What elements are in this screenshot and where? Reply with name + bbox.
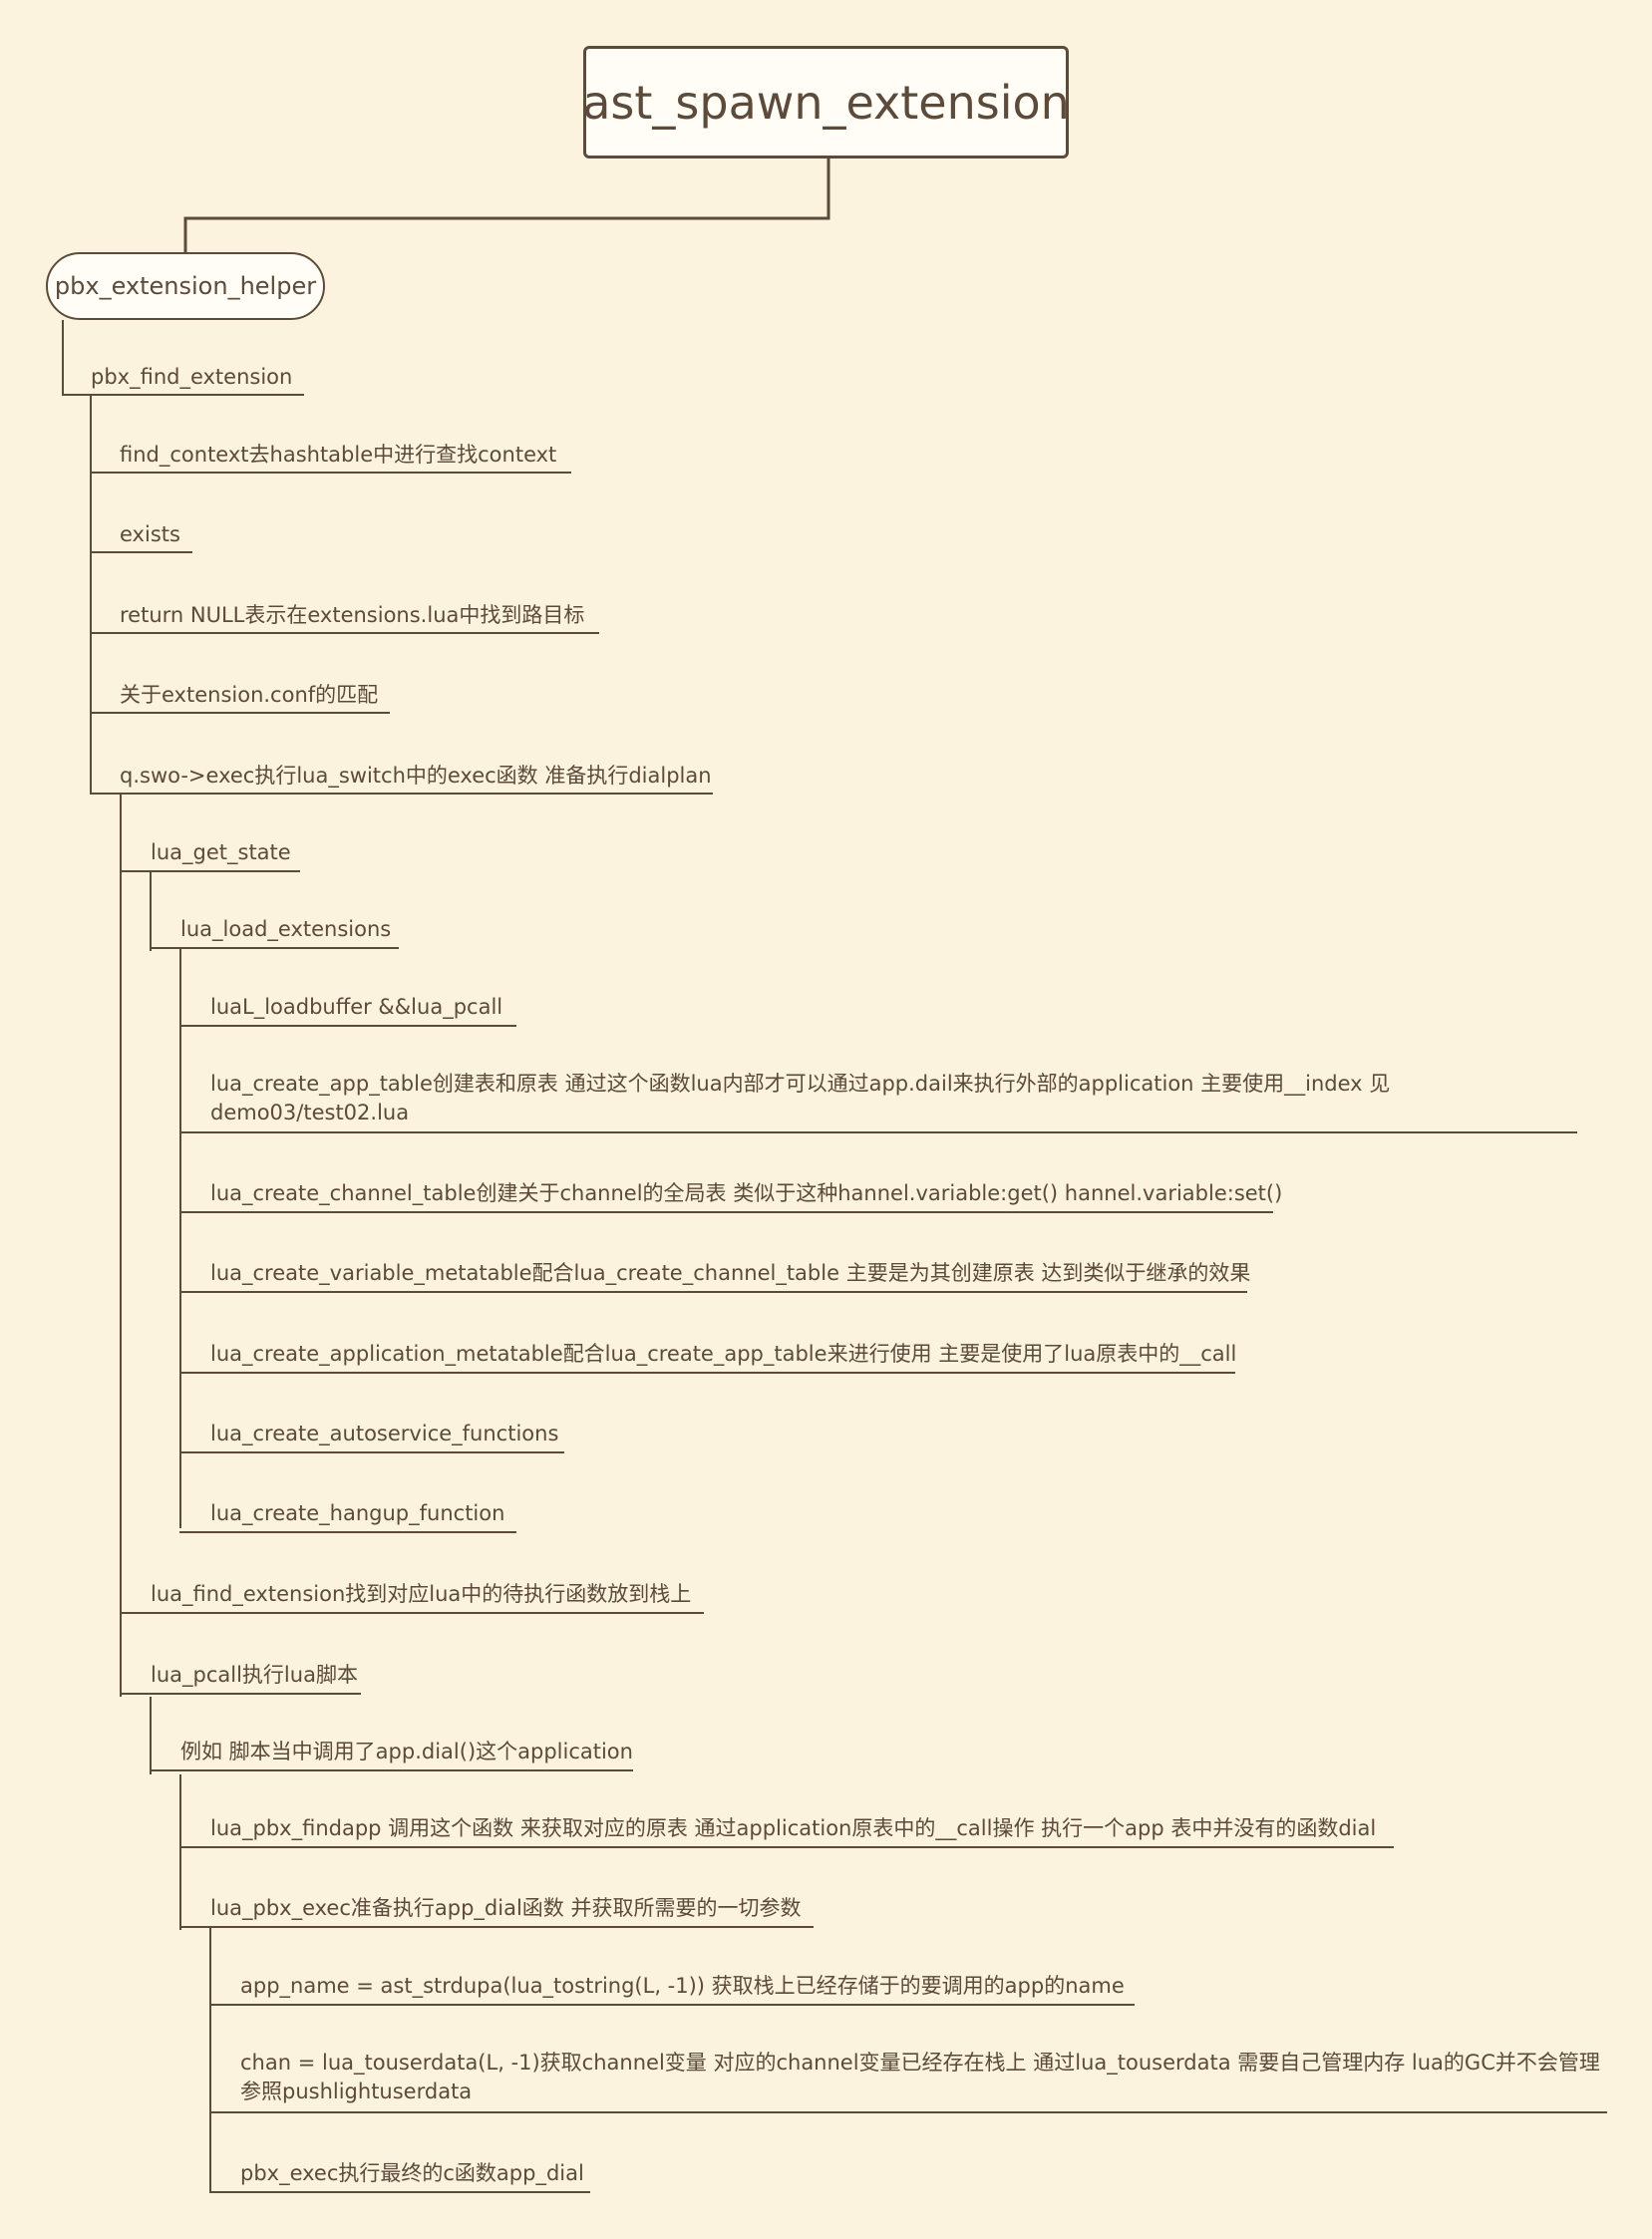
node-underline xyxy=(179,1531,516,1533)
node-underline xyxy=(62,394,304,396)
node-loadbuffer[interactable]: luaL_loadbuffer &&lua_pcall xyxy=(210,993,502,1022)
tree-line-level6 xyxy=(209,1928,211,2193)
node-underline xyxy=(179,1846,1394,1848)
node-create-hangup[interactable]: lua_create_hangup_function xyxy=(210,1499,504,1528)
node-create-autoservice[interactable]: lua_create_autoservice_functions xyxy=(210,1420,558,1448)
node-underline xyxy=(90,551,192,553)
node-lua-find-extension[interactable]: lua_find_extension找到对应lua中的待执行函数放到栈上 xyxy=(151,1580,691,1609)
node-underline xyxy=(179,1211,1273,1213)
helper-node-pbx-extension-helper[interactable]: pbx_extension_helper xyxy=(46,252,325,320)
node-exists[interactable]: exists xyxy=(120,520,180,549)
node-find-context[interactable]: find_context去hashtable中进行查找context xyxy=(120,441,556,470)
node-swo-exec[interactable]: q.swo->exec执行lua_switch中的exec函数 准备执行dial… xyxy=(120,762,712,791)
node-lua-pcall[interactable]: lua_pcall执行lua脚本 xyxy=(151,1661,358,1690)
node-underline xyxy=(120,870,300,872)
node-lua-load-extensions[interactable]: lua_load_extensions xyxy=(180,915,391,944)
node-underline xyxy=(90,632,599,634)
node-underline xyxy=(179,1372,1235,1374)
node-underline xyxy=(150,1769,633,1771)
tree-line-level4a xyxy=(150,872,152,951)
tree-line-level2 xyxy=(90,396,92,795)
node-extension-conf[interactable]: 关于extension.conf的匹配 xyxy=(120,681,378,710)
node-create-channel-table[interactable]: lua_create_channel_table创建关于channel的全局表 … xyxy=(210,1179,1282,1208)
node-example-app-dial[interactable]: 例如 脚本当中调用了app.dial()这个application xyxy=(180,1738,633,1766)
node-return-null[interactable]: return NULL表示在extensions.lua中找到路目标 xyxy=(120,601,584,630)
node-lua-get-state[interactable]: lua_get_state xyxy=(151,838,291,867)
node-app-name[interactable]: app_name = ast_strdupa(lua_tostring(L, -… xyxy=(240,1972,1125,2001)
node-underline xyxy=(120,1693,361,1695)
node-pbx-find-extension[interactable]: pbx_find_extension xyxy=(91,363,292,392)
node-underline xyxy=(150,947,399,949)
node-underline xyxy=(179,1926,814,1928)
node-underline xyxy=(179,1291,1247,1293)
tree-line-level1 xyxy=(62,320,64,396)
node-chan[interactable]: chan = lua_touserdata(L, -1)获取channel变量 … xyxy=(240,2049,1606,2106)
node-underline xyxy=(120,1612,704,1614)
node-lua-pbx-exec[interactable]: lua_pbx_exec准备执行app_dial函数 并获取所需要的一切参数 xyxy=(210,1894,801,1923)
node-underline xyxy=(179,1131,1577,1133)
node-underline xyxy=(90,793,713,795)
node-underline xyxy=(90,472,571,474)
tree-line-level5b xyxy=(179,1774,181,1930)
node-create-application-metatable[interactable]: lua_create_application_metatable配合lua_cr… xyxy=(210,1340,1236,1369)
node-create-variable-metatable[interactable]: lua_create_variable_metatable配合lua_creat… xyxy=(210,1259,1250,1288)
node-create-app-table[interactable]: lua_create_app_table创建表和原表 通过这个函数lua内部才可… xyxy=(210,1070,1561,1127)
helper-node-label: pbx_extension_helper xyxy=(54,272,317,300)
root-to-helper-connector xyxy=(183,159,830,252)
node-underline xyxy=(209,2191,590,2193)
node-underline xyxy=(90,712,390,714)
tree-line-level4b xyxy=(150,1697,152,1774)
node-underline xyxy=(209,2111,1607,2113)
tree-line-level5 xyxy=(179,949,181,1528)
node-lua-pbx-findapp[interactable]: lua_pbx_findapp 调用这个函数 来获取对应的原表 通过applic… xyxy=(210,1814,1376,1843)
node-pbx-exec[interactable]: pbx_exec执行最终的c函数app_dial xyxy=(240,2159,584,2188)
node-underline xyxy=(179,1451,564,1453)
tree-line-level3 xyxy=(120,795,122,1697)
node-underline xyxy=(179,1025,516,1027)
node-underline xyxy=(209,2004,1135,2006)
